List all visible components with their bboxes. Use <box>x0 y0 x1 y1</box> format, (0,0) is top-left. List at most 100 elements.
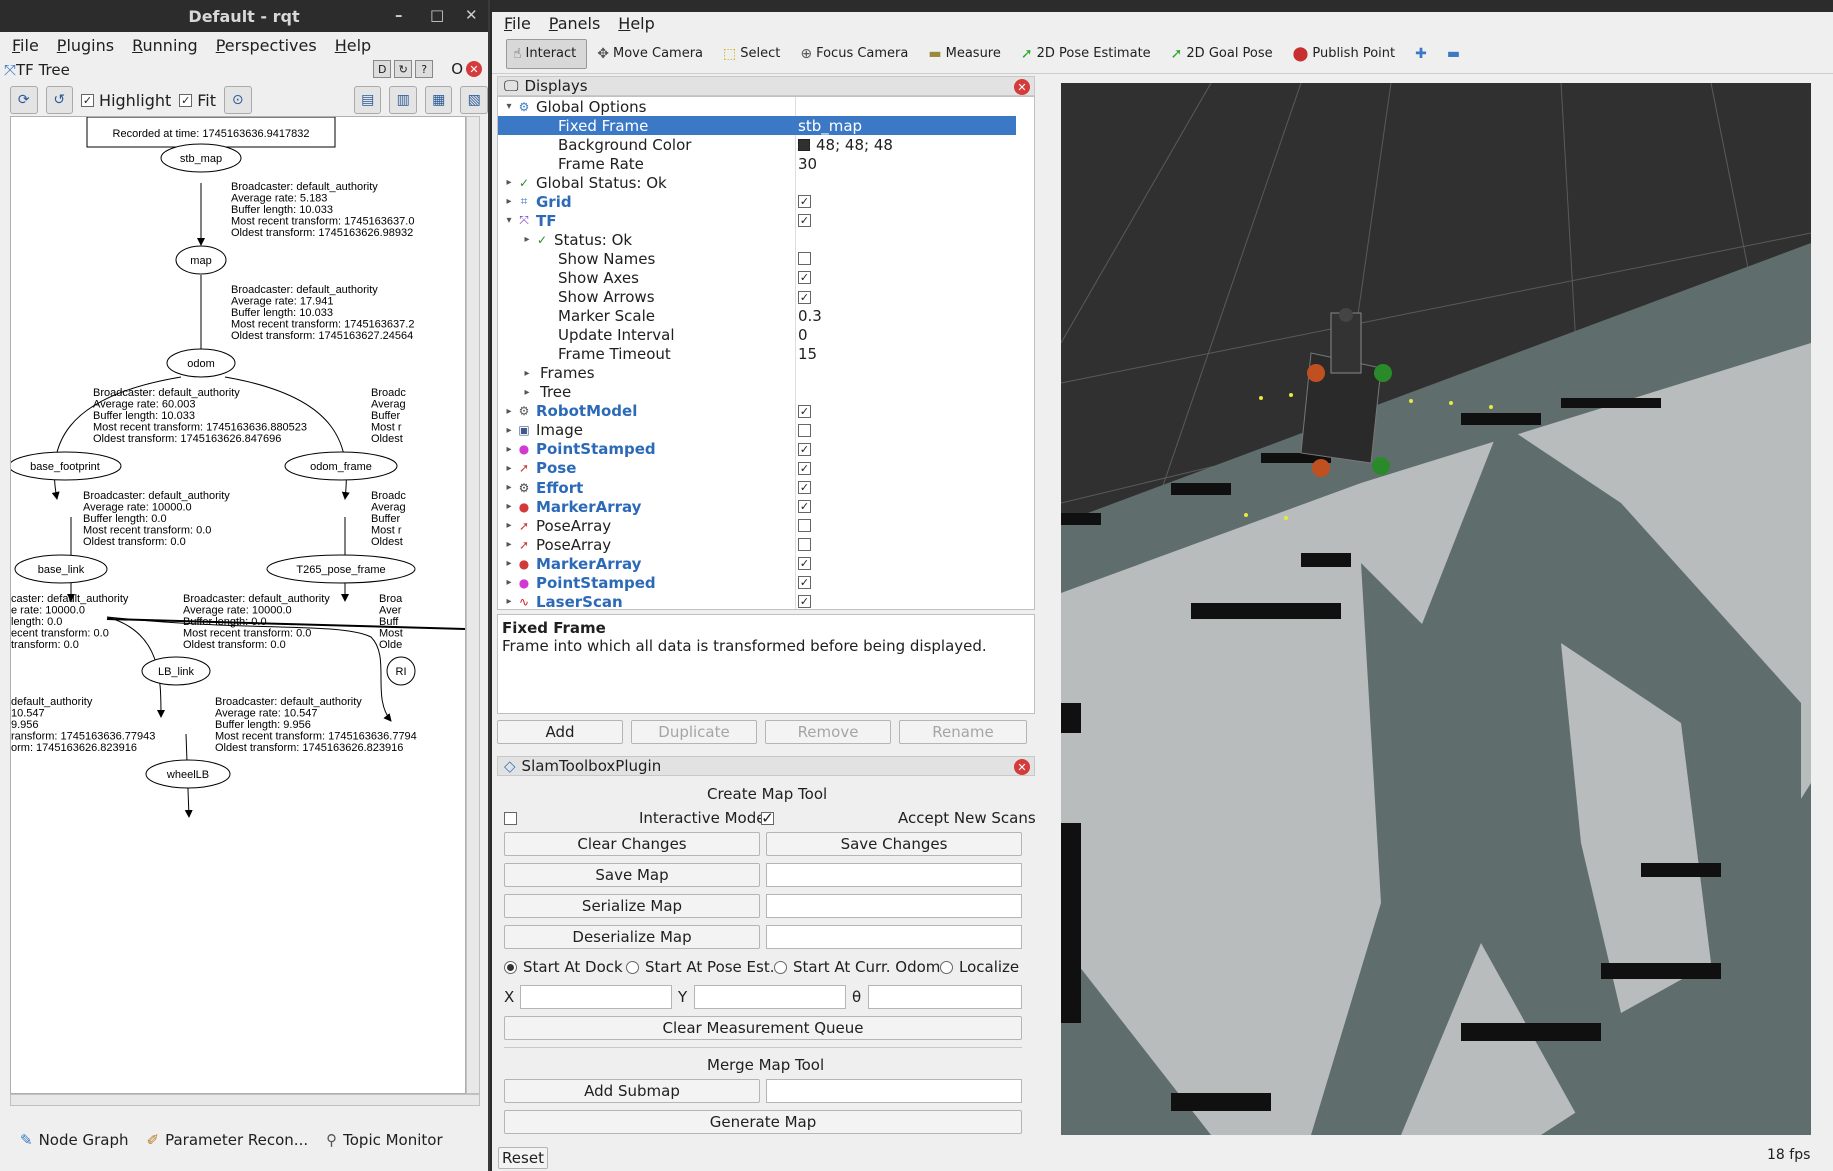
expand-arrow-icon[interactable]: ▸ <box>520 368 534 379</box>
display-row-markerarray[interactable]: ▸ ● MarkerArray ✓ <box>498 497 1016 516</box>
tf-vertical-scrollbar[interactable] <box>466 116 480 1094</box>
expand-arrow-icon[interactable]: ▸ <box>502 558 516 569</box>
expand-arrow-icon[interactable]: ▸ <box>502 520 516 531</box>
display-row-pose[interactable]: ▸ ➚ Pose ✓ <box>498 459 1016 478</box>
add-submap-button[interactable]: Add Submap <box>504 1079 760 1103</box>
display-value-cell[interactable] <box>798 519 817 533</box>
save-map-name-input[interactable] <box>766 863 1022 887</box>
displays-tree[interactable]: ▾ ⚙ Global Options Fixed Frame stb_map Backgr… <box>497 96 1035 610</box>
display-row-frames[interactable]: ▸ Frames <box>498 364 1016 383</box>
display-row-global-status-ok[interactable]: ▸ ✓ Global Status: Ok <box>498 173 1016 192</box>
display-value-cell[interactable] <box>798 252 817 266</box>
close-plugin-icon[interactable]: ✕ <box>466 61 482 77</box>
display-enabled-checkbox[interactable]: ✓ <box>798 195 811 209</box>
display-row-status-ok[interactable]: ▸ ✓ Status: Ok <box>498 230 1016 249</box>
rescan-icon[interactable]: ↺ <box>45 86 74 114</box>
display-row-background-color[interactable]: Background Color 48; 48; 48 <box>498 135 1016 154</box>
serialize-map-input[interactable] <box>766 894 1022 918</box>
display-value-cell[interactable]: ✓ <box>798 271 817 285</box>
deserialize-map-input[interactable] <box>766 925 1022 949</box>
display-row-fixed-frame[interactable]: Fixed Frame stb_map <box>498 116 1016 136</box>
display-row-show-arrows[interactable]: Show Arrows ✓ <box>498 288 1016 307</box>
save-svg-icon[interactable]: ▦ <box>424 86 453 114</box>
display-value-cell[interactable]: ✓ <box>798 404 817 418</box>
expand-arrow-icon[interactable]: ▸ <box>502 196 516 207</box>
display-value-cell[interactable]: 15 <box>798 345 817 363</box>
display-row-update-interval[interactable]: Update Interval 0 <box>498 326 1016 345</box>
display-row-marker-scale[interactable]: Marker Scale 0.3 <box>498 307 1016 326</box>
x-input[interactable] <box>520 985 672 1009</box>
3d-viewport[interactable] <box>1061 83 1811 1135</box>
radio-start-at-curr-odom[interactable]: Start At Curr. Odom <box>774 958 940 976</box>
rviz-menu-help[interactable]: Help <box>618 14 654 33</box>
menu-file[interactable]: File <box>12 36 39 55</box>
display-enabled-checkbox[interactable]: ✓ <box>798 404 811 418</box>
tool-remove[interactable]: ▬ <box>1441 39 1470 69</box>
submap-input[interactable] <box>766 1079 1022 1103</box>
display-row-tree[interactable]: ▸ Tree <box>498 383 1016 402</box>
display-value-cell[interactable]: 0 <box>798 326 808 344</box>
radio-start-at-pose-est[interactable]: Start At Pose Est. <box>626 958 775 976</box>
menu-running[interactable]: Running <box>132 36 198 55</box>
duplicate-display-button[interactable]: Duplicate <box>631 720 757 744</box>
display-value-cell[interactable]: 48; 48; 48 <box>798 136 893 154</box>
display-value-cell[interactable]: 0.3 <box>798 307 822 325</box>
close-slam-icon[interactable]: ✕ <box>1014 759 1030 775</box>
display-enabled-checkbox[interactable]: ✓ <box>798 500 811 514</box>
save-dot-icon[interactable]: ▥ <box>389 86 417 114</box>
display-row-pointstamped[interactable]: ▸ ● PointStamped ✓ <box>498 440 1016 459</box>
fit-checkbox[interactable]: ✓ Fit <box>179 91 216 110</box>
display-row-show-names[interactable]: Show Names <box>498 249 1016 268</box>
clear-changes-button[interactable]: Clear Changes <box>504 832 760 856</box>
display-row-robotmodel[interactable]: ▸ ⚙ RobotModel ✓ <box>498 402 1016 421</box>
tool-2d-goal-pose[interactable]: ➚ 2D Goal Pose <box>1165 39 1283 69</box>
add-display-button[interactable]: Add <box>497 720 623 744</box>
load-icon[interactable]: ▤ <box>353 86 382 114</box>
display-row-image[interactable]: ▸ ▣ Image <box>498 421 1016 440</box>
display-row-tf[interactable]: ▾ ⤧ TF ✓ <box>498 211 1016 230</box>
expand-arrow-icon[interactable]: ▸ <box>502 577 516 588</box>
color-swatch[interactable] <box>798 138 810 151</box>
reload-icon[interactable]: ↻ <box>394 60 413 78</box>
help-icon[interactable]: ? <box>415 60 434 78</box>
float-button[interactable]: O <box>451 60 463 78</box>
display-row-posearray[interactable]: ▸ ➚ PoseArray <box>498 535 1016 554</box>
expand-arrow-icon[interactable]: ▸ <box>502 444 516 455</box>
display-row-grid[interactable]: ▸ ⌗ Grid ✓ <box>498 192 1016 211</box>
display-enabled-checkbox[interactable] <box>798 423 811 437</box>
display-row-global-options[interactable]: ▾ ⚙ Global Options <box>498 97 1016 116</box>
display-value-cell[interactable]: ✓ <box>798 214 817 228</box>
display-enabled-checkbox[interactable]: ✓ <box>798 481 811 494</box>
tab-parameter-reconfigure[interactable]: ✐ Parameter Recon... <box>147 1131 309 1149</box>
display-value-cell[interactable]: ✓ <box>798 442 817 456</box>
theta-input[interactable] <box>868 985 1022 1009</box>
display-value-cell[interactable]: ✓ <box>798 461 817 475</box>
generate-map-button[interactable]: Generate Map <box>504 1110 1022 1134</box>
reset-button[interactable]: Reset <box>498 1147 548 1169</box>
close-icon[interactable]: ✕ <box>465 6 478 24</box>
save-map-button[interactable]: Save Map <box>504 863 760 887</box>
display-enabled-checkbox[interactable]: ✓ <box>798 290 811 304</box>
tool-select[interactable]: ⬚ Select <box>717 39 790 69</box>
zoom-fit-icon[interactable]: ⊙ <box>224 86 252 114</box>
close-displays-icon[interactable]: ✕ <box>1014 79 1030 95</box>
tab-node-graph[interactable]: ✎ Node Graph <box>20 1131 129 1149</box>
tool-add[interactable]: ✚ <box>1409 39 1437 69</box>
display-value-cell[interactable]: ✓ <box>798 557 817 571</box>
tool-interact[interactable]: ☝ Interact <box>506 38 588 69</box>
accept-new-scans-checkbox[interactable]: ✓ <box>761 811 774 826</box>
rviz-menu-panels[interactable]: Panels <box>549 14 601 33</box>
display-row-markerarray[interactable]: ▸ ● MarkerArray ✓ <box>498 554 1016 573</box>
expand-arrow-icon[interactable]: ▾ <box>502 101 516 112</box>
display-value-cell[interactable]: 30 <box>798 155 817 173</box>
serialize-map-button[interactable]: Serialize Map <box>504 894 760 918</box>
menu-perspectives[interactable]: Perspectives <box>216 36 317 55</box>
tf-horizontal-scrollbar[interactable] <box>10 1094 480 1106</box>
display-enabled-checkbox[interactable]: ✓ <box>798 576 811 590</box>
expand-arrow-icon[interactable]: ▸ <box>502 177 516 188</box>
display-value-cell[interactable]: ✓ <box>798 576 817 590</box>
expand-arrow-icon[interactable]: ▸ <box>502 501 516 512</box>
display-enabled-checkbox[interactable] <box>798 252 811 266</box>
expand-arrow-icon[interactable]: ▸ <box>502 539 516 550</box>
display-row-effort[interactable]: ▸ ⚙ Effort ✓ <box>498 478 1016 497</box>
